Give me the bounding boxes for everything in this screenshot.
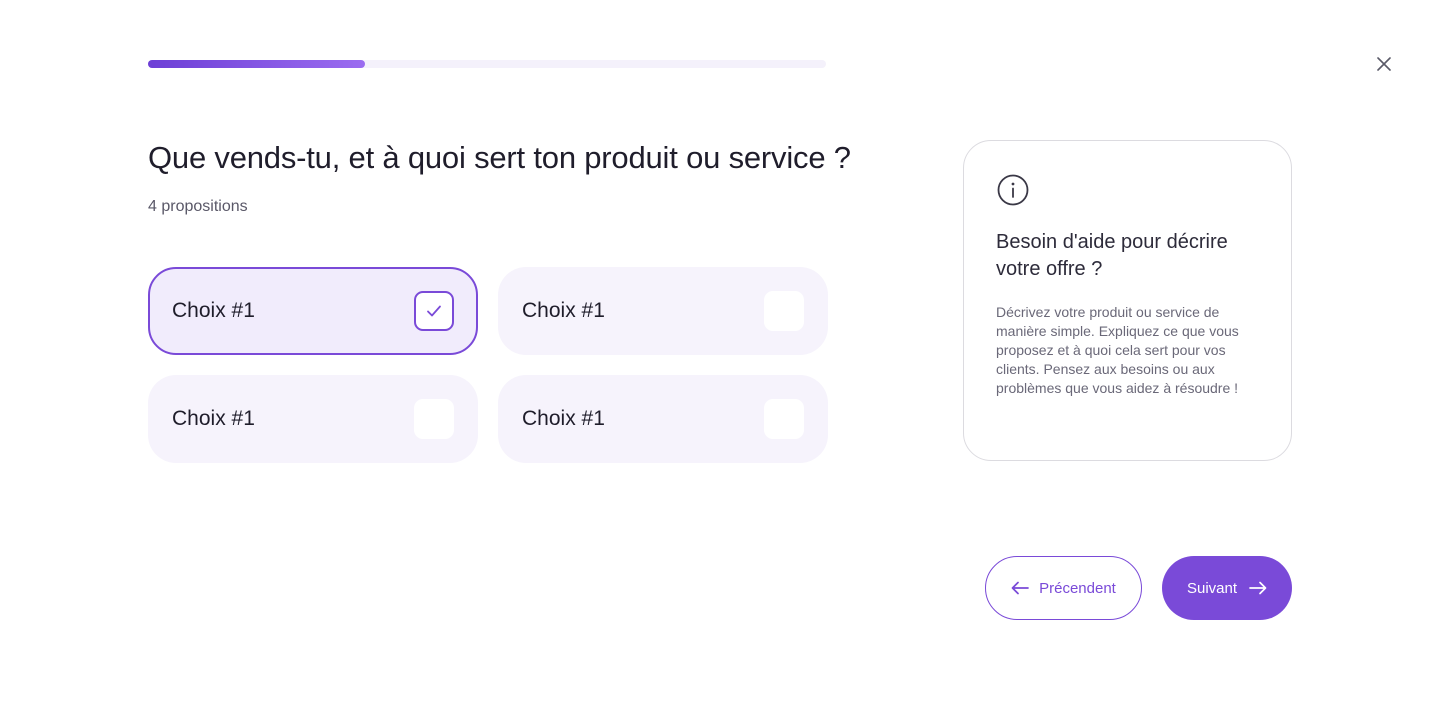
help-text: Décrivez votre produit ou service de man… [996, 304, 1239, 396]
choice-option-3[interactable]: Choix #1 [148, 375, 478, 463]
close-button[interactable] [1372, 52, 1396, 76]
next-button-label: Suivant [1186, 579, 1238, 597]
checkbox-checked[interactable] [414, 291, 454, 331]
onboarding-step: Que vends-tu, et à quoi sert ton produit… [0, 0, 1440, 720]
choices-grid: Choix #1 Choix #1 Choix #1 Choix #1 [148, 267, 828, 463]
choice-label: Choix #1 [172, 299, 255, 322]
checkbox-unchecked[interactable] [414, 399, 454, 439]
previous-button-label: Précendent [1039, 579, 1116, 597]
checkmark-icon [427, 305, 441, 317]
arrow-right-icon [1249, 581, 1267, 595]
choice-option-1[interactable]: Choix #1 [148, 267, 478, 355]
progress-fill [148, 60, 365, 68]
checkbox-unchecked[interactable] [764, 399, 804, 439]
help-card: Besoin d'aide pour décrire votre offre ?… [963, 140, 1292, 461]
info-icon [997, 174, 1029, 206]
progress-bar [148, 60, 826, 68]
question-title: Que vends-tu, et à quoi sert ton produit… [148, 140, 851, 175]
choice-option-4[interactable]: Choix #1 [498, 375, 828, 463]
next-button[interactable]: Suivant [1162, 556, 1292, 620]
arrow-left-icon [1011, 581, 1029, 595]
choice-option-2[interactable]: Choix #1 [498, 267, 828, 355]
close-icon [1377, 57, 1391, 71]
choice-label: Choix #1 [522, 299, 605, 322]
choice-label: Choix #1 [172, 407, 255, 430]
previous-button[interactable]: Précendent [985, 556, 1142, 620]
choice-label: Choix #1 [522, 407, 605, 430]
checkbox-unchecked[interactable] [764, 291, 804, 331]
help-title: Besoin d'aide pour décrire votre offre ? [996, 231, 1228, 280]
question-subtitle: 4 propositions [148, 198, 248, 215]
